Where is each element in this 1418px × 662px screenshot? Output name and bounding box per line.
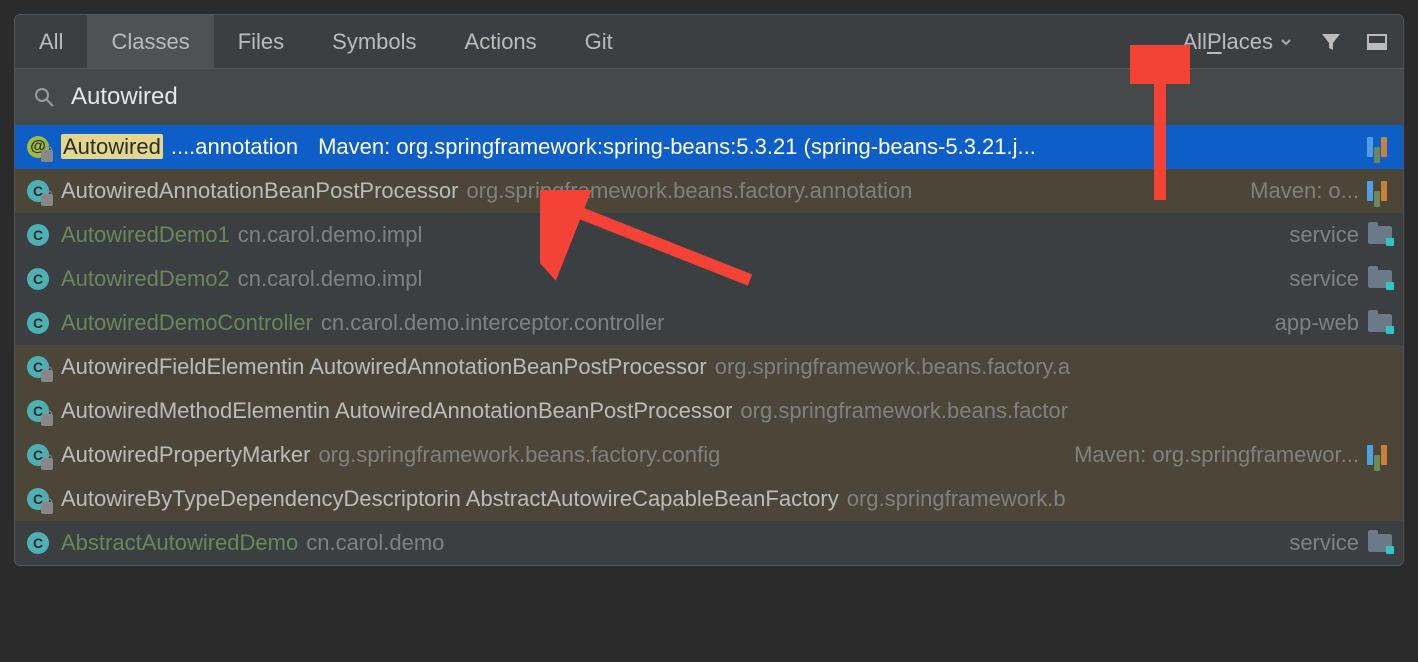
result-name: AbstractAutowiredDemo: [61, 530, 298, 556]
class-icon: C: [25, 354, 51, 380]
result-row[interactable]: C AutowiredPropertyMarker org.springfram…: [15, 433, 1403, 477]
result-row[interactable]: C AutowiredFieldElement in AutowiredAnno…: [15, 345, 1403, 389]
result-name: AutowiredMethodElement: [61, 398, 313, 424]
result-row[interactable]: C AutowiredMethodElement in AutowiredAnn…: [15, 389, 1403, 433]
search-everywhere-dialog: All Classes Files Symbols Actions Git Al…: [14, 14, 1404, 566]
folder-icon: [1367, 530, 1393, 556]
search-icon: [33, 86, 55, 108]
library-icon: [1367, 178, 1393, 204]
scope-dropdown[interactable]: All Places: [1173, 29, 1304, 55]
chevron-down-icon: [1279, 35, 1293, 49]
result-name: AutowireByTypeDependencyDescriptor: [61, 486, 444, 512]
tab-bar: All Classes Files Symbols Actions Git Al…: [15, 15, 1403, 69]
result-location: app-web: [1275, 310, 1359, 336]
annotation-icon: @: [25, 134, 51, 160]
result-package: org.springframework.beans.factory.config: [318, 442, 720, 468]
result-package: org.springframework.b: [847, 486, 1066, 512]
class-icon: C: [25, 310, 51, 336]
result-name: AutowiredPropertyMarker: [61, 442, 310, 468]
result-name: AutowiredAnnotationBeanPostProcessor: [61, 178, 458, 204]
result-name: AutowiredFieldElement: [61, 354, 287, 380]
class-icon: C: [25, 178, 51, 204]
result-location: Maven: o...: [1250, 178, 1359, 204]
tab-files[interactable]: Files: [214, 15, 308, 68]
result-name: AutowiredDemo2: [61, 266, 230, 292]
results-list: @ Autowired ....annotation Maven: org.sp…: [15, 125, 1403, 565]
result-package: cn.carol.demo: [306, 530, 444, 556]
class-icon: C: [25, 442, 51, 468]
result-package: cn.carol.demo.interceptor.controller: [321, 310, 665, 336]
class-icon: C: [25, 222, 51, 248]
result-row[interactable]: @ Autowired ....annotation Maven: org.sp…: [15, 125, 1403, 169]
library-icon: [1367, 442, 1393, 468]
result-row[interactable]: C AutowiredDemo2 cn.carol.demo.impl serv…: [15, 257, 1403, 301]
result-location: Maven: org.springframework:spring-beans:…: [318, 134, 1036, 160]
result-name: AutowiredDemoController: [61, 310, 313, 336]
result-location: service: [1289, 266, 1359, 292]
result-in: in AutowiredAnnotationBeanPostProcessor: [287, 354, 706, 380]
result-package: org.springframework.beans.factory.a: [715, 354, 1070, 380]
result-row[interactable]: C AutowiredDemoController cn.carol.demo.…: [15, 301, 1403, 345]
folder-icon: [1367, 266, 1393, 292]
tab-actions[interactable]: Actions: [441, 15, 561, 68]
pin-button[interactable]: [1359, 24, 1395, 60]
filter-button[interactable]: [1313, 24, 1349, 60]
result-location: Maven: org.springframewor...: [1074, 442, 1359, 468]
result-package: org.springframework.beans.factor: [740, 398, 1068, 424]
result-row[interactable]: C AutowiredAnnotationBeanPostProcessor o…: [15, 169, 1403, 213]
search-input[interactable]: [71, 83, 1385, 111]
result-in: in AutowiredAnnotationBeanPostProcessor: [313, 398, 732, 424]
scope-prefix: All: [1183, 29, 1207, 55]
result-row[interactable]: C AutowireByTypeDependencyDescriptor in …: [15, 477, 1403, 521]
search-bar: [15, 69, 1403, 125]
class-icon: C: [25, 530, 51, 556]
class-icon: C: [25, 398, 51, 424]
class-icon: C: [25, 486, 51, 512]
filter-icon: [1320, 31, 1342, 53]
result-package: org.springframework.beans.factory.annota…: [466, 178, 912, 204]
folder-icon: [1367, 222, 1393, 248]
tab-all[interactable]: All: [15, 15, 87, 68]
class-icon: C: [25, 266, 51, 292]
scope-rest: laces: [1222, 29, 1273, 55]
library-icon: [1367, 134, 1393, 160]
result-package: cn.carol.demo.impl: [238, 222, 423, 248]
result-package: ....annotation: [171, 134, 298, 160]
tab-classes[interactable]: Classes: [87, 15, 213, 68]
tab-symbols[interactable]: Symbols: [308, 15, 440, 68]
folder-icon: [1367, 310, 1393, 336]
result-location: service: [1289, 222, 1359, 248]
open-tool-window-icon: [1366, 31, 1388, 53]
result-package: cn.carol.demo.impl: [238, 266, 423, 292]
scope-underline: P: [1207, 29, 1222, 55]
result-row[interactable]: C AbstractAutowiredDemo cn.carol.demo se…: [15, 521, 1403, 565]
tab-git[interactable]: Git: [561, 15, 637, 68]
result-row[interactable]: C AutowiredDemo1 cn.carol.demo.impl serv…: [15, 213, 1403, 257]
result-location: service: [1289, 530, 1359, 556]
result-in: in AbstractAutowireCapableBeanFactory: [444, 486, 839, 512]
match-highlight: Autowired: [61, 134, 163, 159]
result-name: AutowiredDemo1: [61, 222, 230, 248]
